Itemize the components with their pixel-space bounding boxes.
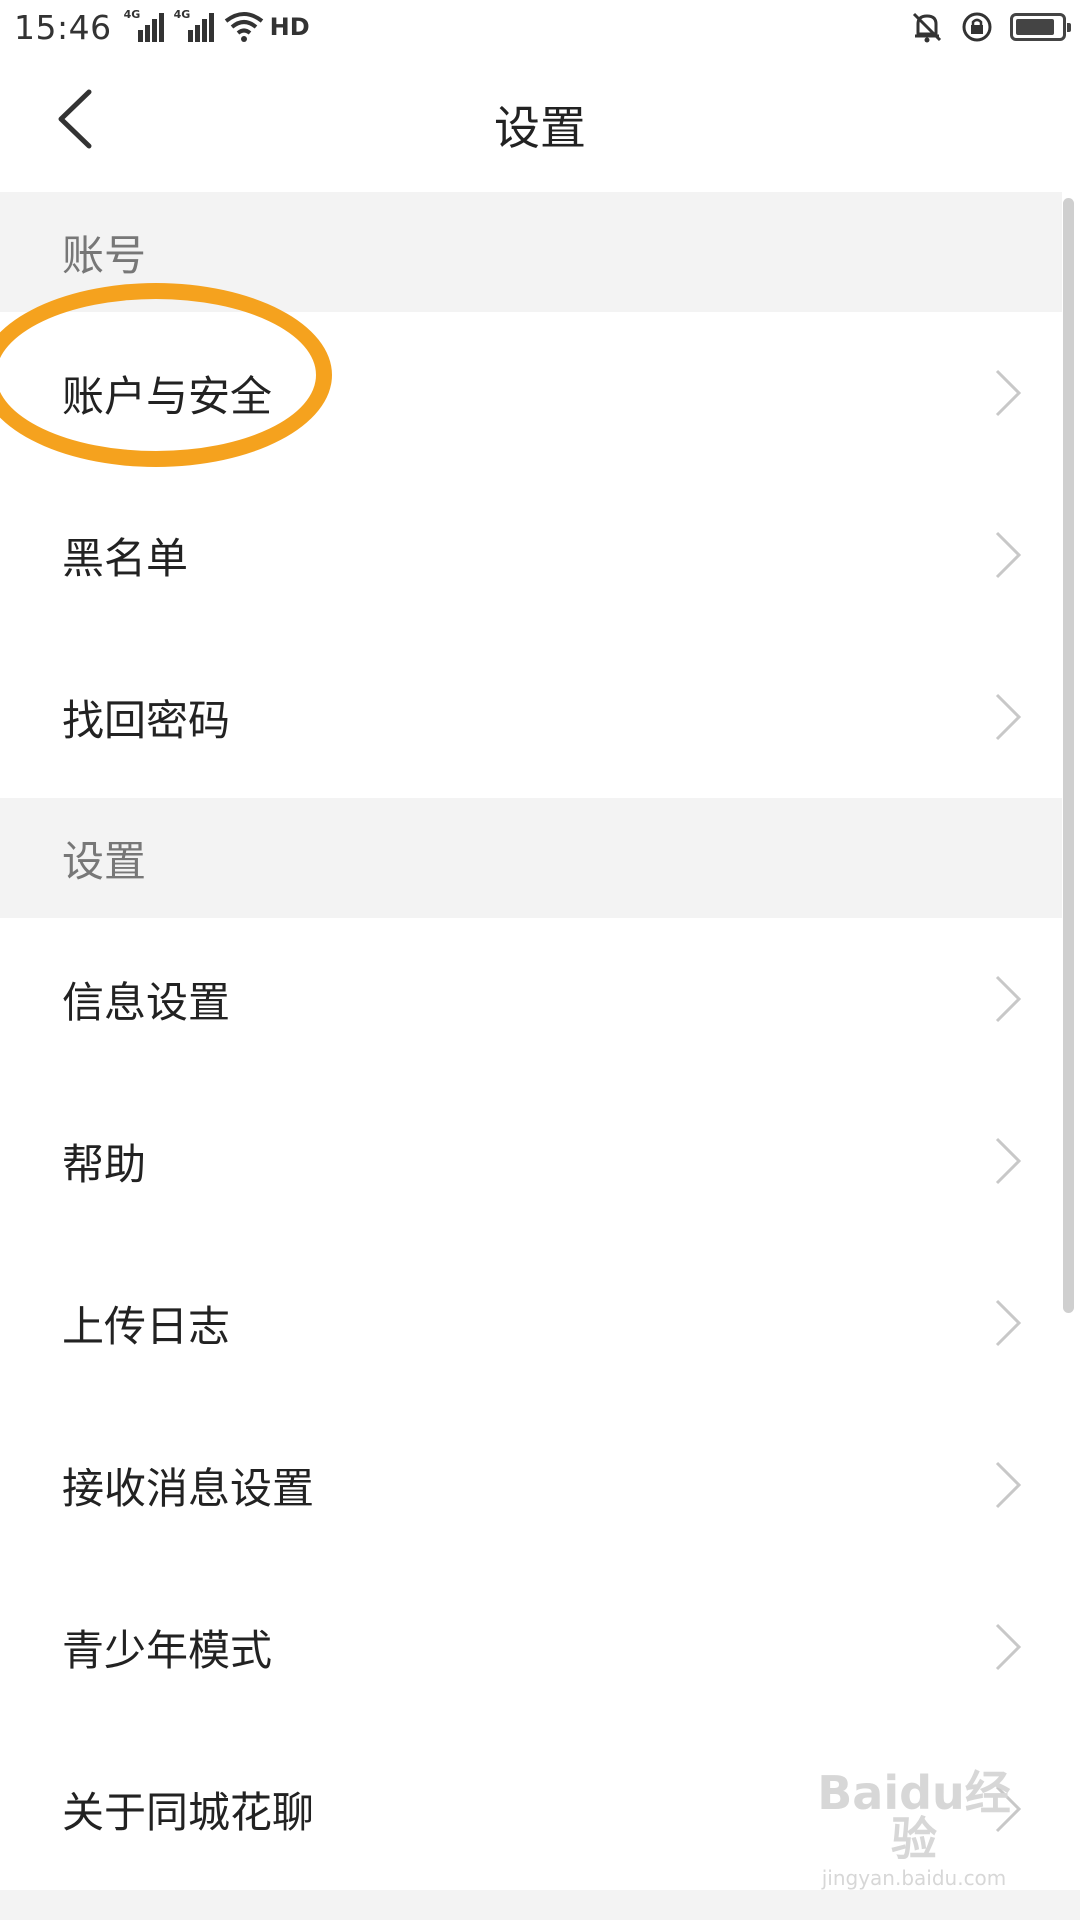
list-item-message-settings[interactable]: 接收消息设置: [0, 1404, 1062, 1566]
chevron-right-icon: [995, 1137, 1022, 1185]
chevron-right-icon: [995, 975, 1022, 1023]
rotation-lock-icon: [962, 12, 992, 42]
watermark: Baidu经验 jingyan.baidu.com: [804, 1770, 1024, 1890]
hd-icon: HD: [269, 13, 310, 41]
list-item-label: 接收消息设置: [62, 1463, 315, 1513]
wifi-icon: [224, 12, 263, 42]
chevron-right-icon: [995, 693, 1022, 741]
list-item-help[interactable]: 帮助: [0, 1080, 1062, 1242]
list-item-teen-mode[interactable]: 青少年模式: [0, 1566, 1062, 1728]
settings-screen: 15:46 4G 4G HD 设置 账号 账户与安全 黑名单 找回密码 设置 信…: [0, 0, 1080, 1920]
list-item-label: 青少年模式: [62, 1625, 273, 1675]
title-bar: 设置: [0, 54, 1080, 192]
watermark-logo: Baidu经验: [817, 1766, 1011, 1866]
watermark-url: jingyan.baidu.com: [821, 1866, 1007, 1890]
list-item-recover-password[interactable]: 找回密码: [0, 636, 1062, 798]
signal-icon: 4G: [123, 8, 168, 44]
signal-2-label: 4G: [173, 8, 191, 21]
battery-icon: [1010, 13, 1071, 41]
list-item-label: 信息设置: [62, 977, 231, 1027]
list-item-blacklist[interactable]: 黑名单: [0, 474, 1062, 636]
page-title: 设置: [494, 101, 586, 155]
list-item-label: 找回密码: [62, 695, 231, 745]
chevron-right-icon: [995, 369, 1022, 417]
chevron-right-icon: [995, 1461, 1022, 1509]
bottom-divider: [0, 1890, 1080, 1920]
chevron-right-icon: [995, 531, 1022, 579]
status-time: 15:46: [14, 7, 112, 47]
list-item-upload-log[interactable]: 上传日志: [0, 1242, 1062, 1404]
chevron-right-icon: [995, 1623, 1022, 1671]
bell-off-icon: [912, 12, 942, 43]
list-item-label: 帮助: [62, 1139, 147, 1189]
list-item-label: 黑名单: [62, 533, 189, 583]
list-item-label: 关于同城花聊: [62, 1787, 315, 1837]
list-item-info-settings[interactable]: 信息设置: [0, 918, 1062, 1080]
list-item-label: 上传日志: [62, 1301, 231, 1351]
status-bar: 15:46 4G 4G HD: [0, 0, 1080, 54]
chevron-right-icon: [995, 1299, 1022, 1347]
signal-icon-2: 4G: [173, 8, 218, 44]
status-right-icons: [910, 10, 1071, 44]
section-header-settings: 设置: [0, 798, 1062, 918]
signal-1-label: 4G: [123, 8, 141, 21]
scrollbar-thumb[interactable]: [1063, 198, 1074, 1313]
status-left-icons: 4G 4G HD: [123, 8, 310, 44]
